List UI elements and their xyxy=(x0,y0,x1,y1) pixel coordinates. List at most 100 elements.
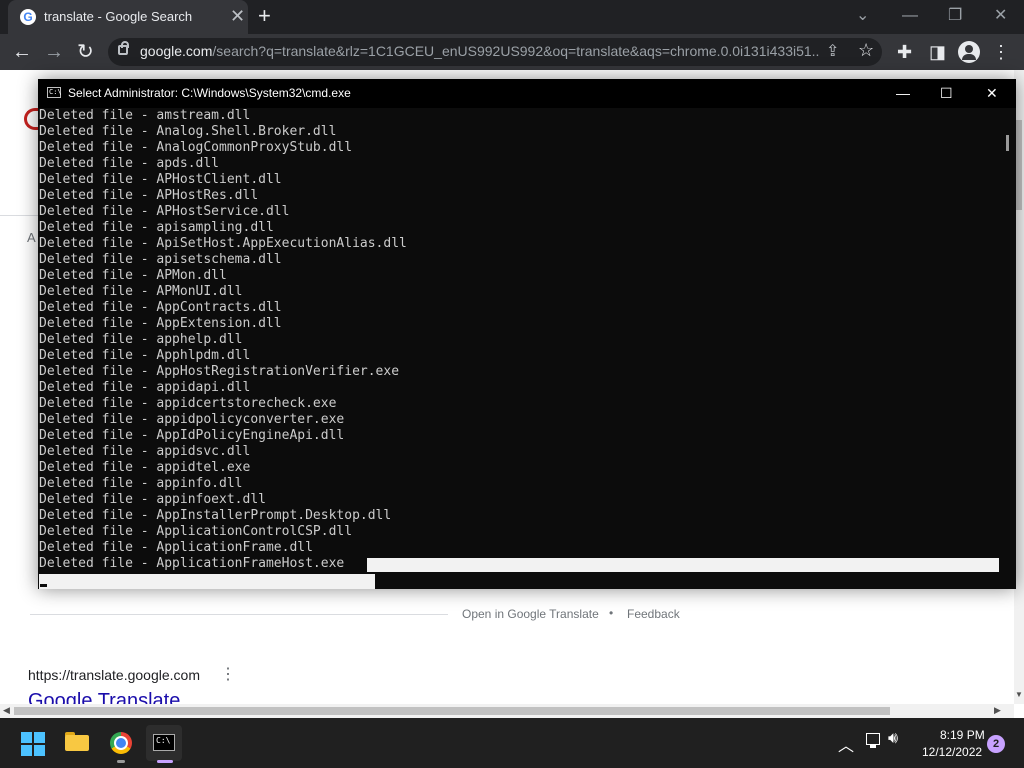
result-title-link[interactable]: Google Translate xyxy=(28,690,180,704)
chrome-taskbar-button[interactable] xyxy=(103,725,139,761)
cmd-app-icon[interactable]: C:\ xyxy=(47,87,62,98)
console-line: Deleted file - ApplicationControlCSP.dll xyxy=(39,524,353,539)
result-more-options-icon[interactable]: ⋮ xyxy=(220,664,236,684)
minimize-icon[interactable]: — xyxy=(902,6,918,26)
console-line: Deleted file - appidpolicyconverter.exe xyxy=(39,412,345,427)
console-line: Deleted file - Analog.Shell.Broker.dll xyxy=(39,124,337,139)
console-line: Deleted file - AppIdPolicyEngineApi.dll xyxy=(39,428,345,443)
console-line: Deleted file - appinfoext.dll xyxy=(39,492,266,507)
profile-avatar-icon[interactable] xyxy=(958,41,980,63)
footer-divider xyxy=(30,614,448,615)
back-arrow-icon[interactable]: ← xyxy=(12,40,32,64)
cmd-window[interactable]: C:\ Select Administrator: C:\Windows\Sys… xyxy=(38,79,1016,589)
url-text[interactable]: google.com/search?q=translate&rlz=1C1GCE… xyxy=(140,43,820,59)
console-line: Deleted file - apphelp.dll xyxy=(39,332,243,347)
taskbar: C:\ ︿ 🔊︎ 8:19 PM 12/12/2022 2 xyxy=(0,718,1024,768)
translate-footer: Open in Google Translate • Feedback xyxy=(0,606,1014,624)
file-explorer-button[interactable] xyxy=(59,725,95,761)
windows-logo-icon xyxy=(21,745,32,756)
console-line: Deleted file - ApiSetHost.AppExecutionAl… xyxy=(39,236,407,251)
cmd-window-title: Select Administrator: C:\Windows\System3… xyxy=(68,86,351,100)
text-selection-highlight xyxy=(39,574,375,589)
windows-logo-icon xyxy=(21,732,32,743)
reload-icon[interactable]: ↻ xyxy=(77,40,94,64)
google-favicon-icon: G xyxy=(20,9,36,25)
forward-arrow-icon[interactable]: → xyxy=(44,40,64,64)
cmd-active-indicator xyxy=(157,760,173,763)
text-selection-highlight xyxy=(367,558,999,572)
page-horizontal-scrollbar[interactable]: ◀ ▶ xyxy=(0,704,1014,718)
tab-search-chevron-icon[interactable]: ⌄ xyxy=(856,6,869,26)
scroll-left-arrow-icon[interactable]: ◀ xyxy=(3,705,10,716)
folder-icon xyxy=(65,735,89,751)
footer-bullet: • xyxy=(609,606,614,620)
chrome-running-indicator xyxy=(117,760,125,763)
console-line: Deleted file - AppHostRegistrationVerifi… xyxy=(39,364,400,379)
console-line: Deleted file - APHostRes.dll xyxy=(39,188,259,203)
console-line: Deleted file - ApplicationFrame.dll xyxy=(39,540,313,555)
console-line: Deleted file - AppExtension.dll xyxy=(39,316,282,331)
console-line: Deleted file - apds.dll xyxy=(39,156,220,171)
start-button[interactable] xyxy=(15,725,51,761)
console-line: Deleted file - appidapi.dll xyxy=(39,380,251,395)
feedback-link[interactable]: Feedback xyxy=(627,607,680,621)
scroll-down-arrow-icon[interactable]: ▼ xyxy=(1015,690,1023,699)
console-line: Deleted file - apisetschema.dll xyxy=(39,252,282,267)
console-line: Deleted file - AnalogCommonProxyStub.dll xyxy=(39,140,353,155)
result-url[interactable]: https://translate.google.com xyxy=(28,667,200,683)
url-path: /search?q=translate&rlz=1C1GCEU_enUS992U… xyxy=(212,43,820,59)
lock-icon[interactable] xyxy=(118,41,129,55)
clock-time[interactable]: 8:19 PM xyxy=(940,728,985,742)
cmd-close-icon[interactable]: ✕ xyxy=(986,83,998,103)
cmd-scroll-thumb[interactable] xyxy=(1006,135,1009,151)
tab-title: translate - Google Search xyxy=(44,9,193,24)
console-line: Deleted file - APHostService.dll xyxy=(39,204,290,219)
cmd-titlebar[interactable]: C:\ Select Administrator: C:\Windows\Sys… xyxy=(38,79,1016,108)
terminal-icon: C:\ xyxy=(153,734,175,751)
side-panel-icon[interactable]: ◨ xyxy=(929,40,946,64)
console-line: Deleted file - appidsvc.dll xyxy=(39,444,251,459)
console-cursor xyxy=(40,584,47,587)
chrome-menu-icon[interactable]: ⋮ xyxy=(992,40,1010,64)
console-line: Deleted file - APMon.dll xyxy=(39,268,227,283)
windows-logo-icon xyxy=(34,732,45,743)
console-line: Deleted file - appinfo.dll xyxy=(39,476,243,491)
open-in-translate-link[interactable]: Open in Google Translate xyxy=(462,607,599,621)
chrome-icon-center xyxy=(116,738,126,748)
console-line: Deleted file - appidtel.exe xyxy=(39,460,251,475)
extensions-puzzle-icon[interactable]: ✚ xyxy=(897,40,912,64)
browser-toolbar: ← → ↻ google.com/search?q=translate&rlz=… xyxy=(0,34,1024,70)
url-domain: google.com xyxy=(140,43,213,59)
console-line: Deleted file - AppContracts.dll xyxy=(39,300,282,315)
cmd-minimize-icon[interactable]: — xyxy=(896,83,910,103)
cmd-taskbar-button[interactable]: C:\ xyxy=(146,725,182,761)
tab-translate-search[interactable]: G translate - Google Search ✕ xyxy=(8,0,248,34)
console-line: Deleted file - amstream.dll xyxy=(39,108,251,123)
vertical-scroll-thumb[interactable] xyxy=(1016,120,1022,210)
console-line: Deleted file - appidcertstorecheck.exe xyxy=(39,396,337,411)
console-line: Deleted file - APHostClient.dll xyxy=(39,172,282,187)
restore-icon[interactable]: ❐ xyxy=(948,6,962,26)
console-line: Deleted file - AppInstallerPrompt.Deskto… xyxy=(39,508,392,523)
console-line: Deleted file - apisampling.dll xyxy=(39,220,274,235)
new-tab-icon[interactable]: + xyxy=(258,4,271,28)
windows-logo-icon xyxy=(34,745,45,756)
console-line: Deleted file - Apphlpdm.dll xyxy=(39,348,251,363)
share-icon[interactable]: ⇪ xyxy=(826,41,839,61)
address-bar[interactable]: google.com/search?q=translate&rlz=1C1GCE… xyxy=(108,38,882,66)
scroll-right-arrow-icon[interactable]: ▶ xyxy=(994,705,1001,716)
bookmark-star-icon[interactable]: ☆ xyxy=(858,40,874,61)
volume-icon[interactable]: 🔊︎ xyxy=(888,730,898,748)
console-output[interactable]: Deleted file - amstream.dll Deleted file … xyxy=(39,108,999,589)
section-label: A xyxy=(27,230,36,245)
cmd-scrollbar[interactable] xyxy=(1000,108,1016,589)
show-hidden-icons-chevron-icon[interactable]: ︿ xyxy=(838,732,854,756)
notification-badge[interactable]: 2 xyxy=(987,735,1005,753)
cmd-maximize-icon[interactable]: ☐ xyxy=(940,83,953,103)
close-icon[interactable]: ✕ xyxy=(994,6,1007,26)
clock-date[interactable]: 12/12/2022 xyxy=(922,745,982,759)
horizontal-scroll-thumb[interactable] xyxy=(14,707,890,715)
tab-close-icon[interactable]: ✕ xyxy=(230,6,245,26)
console-line: Deleted file - APMonUI.dll xyxy=(39,284,243,299)
network-icon[interactable] xyxy=(866,733,880,748)
